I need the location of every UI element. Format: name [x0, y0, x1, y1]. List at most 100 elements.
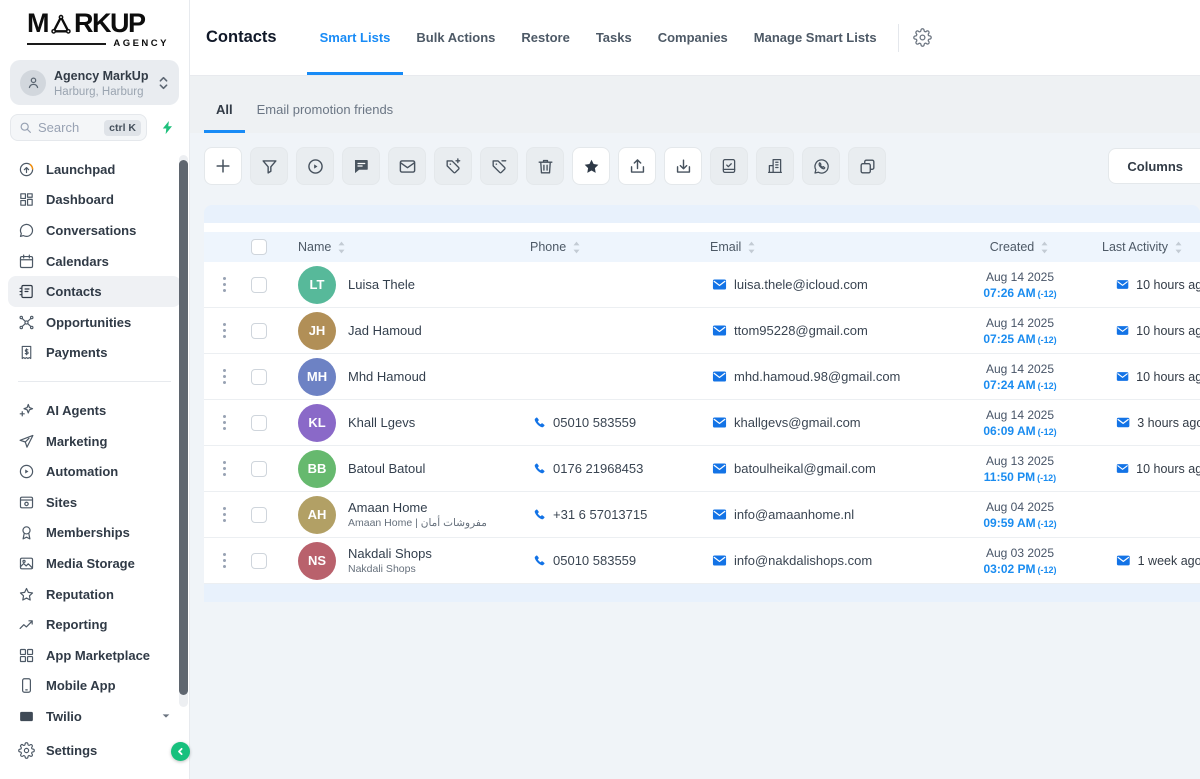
- tab-tasks[interactable]: Tasks: [583, 0, 645, 75]
- sms-icon: [352, 157, 370, 175]
- avatar[interactable]: LT: [298, 266, 336, 304]
- content-area: Columns Name Phone Email Created Last Ac…: [190, 133, 1200, 779]
- contact-name[interactable]: Luisa Thele: [348, 277, 415, 292]
- row-checkbox[interactable]: [251, 323, 267, 339]
- avatar[interactable]: KL: [298, 404, 336, 442]
- row-menu-button[interactable]: [204, 308, 244, 353]
- sidebar-item-dashboard[interactable]: Dashboard: [8, 185, 181, 216]
- sidebar-collapse-button[interactable]: [171, 742, 190, 761]
- agency-switcher[interactable]: Agency MarkUp Harburg, Harburg: [10, 60, 179, 105]
- row-checkbox[interactable]: [251, 461, 267, 477]
- table-header: Name Phone Email Created Last Activity: [204, 232, 1200, 262]
- tab-restore[interactable]: Restore: [508, 0, 582, 75]
- delete-button[interactable]: [526, 147, 564, 185]
- search-input[interactable]: Search ctrl K: [10, 114, 147, 141]
- contact-name[interactable]: Amaan Home: [348, 500, 487, 515]
- avatar[interactable]: AH: [298, 496, 336, 534]
- sidebar-item-launchpad[interactable]: Launchpad: [8, 154, 181, 185]
- sidebar-item-reputation[interactable]: Reputation: [8, 579, 181, 610]
- envelope-icon: [712, 369, 727, 384]
- gear-icon: [913, 28, 932, 47]
- sidebar-item-app-marketplace[interactable]: App Marketplace: [8, 640, 181, 671]
- sidebar-item-automation[interactable]: Automation: [8, 456, 181, 487]
- avatar[interactable]: NS: [298, 542, 336, 580]
- sidebar-item-label: Dashboard: [46, 192, 114, 207]
- remove-tag-button[interactable]: [480, 147, 518, 185]
- created-value: Aug 14 202507:26 AM(-12): [960, 262, 1080, 307]
- avatar[interactable]: BB: [298, 450, 336, 488]
- quick-actions-button[interactable]: [155, 116, 179, 140]
- add-tag-button[interactable]: [434, 147, 472, 185]
- avatar[interactable]: JH: [298, 312, 336, 350]
- send-email-button[interactable]: [388, 147, 426, 185]
- sidebar-item-mobile-app[interactable]: Mobile App: [8, 671, 181, 702]
- sidebar-item-contacts[interactable]: Contacts: [8, 276, 181, 307]
- filter-button[interactable]: [250, 147, 288, 185]
- sidebar-item-label: Media Storage: [46, 556, 135, 571]
- column-header-created[interactable]: Created: [960, 240, 1080, 255]
- sidebar-item-memberships[interactable]: Memberships: [8, 518, 181, 549]
- company-button[interactable]: [756, 147, 794, 185]
- import-button[interactable]: [664, 147, 702, 185]
- contact-name[interactable]: Jad Hamoud: [348, 323, 422, 338]
- sidebar-item-conversations[interactable]: Conversations: [8, 215, 181, 246]
- sidebar-item-payments[interactable]: Payments: [8, 338, 181, 369]
- column-header-last-activity[interactable]: Last Activity: [1080, 240, 1200, 255]
- sidebar-item-ai-agents[interactable]: AI Agents: [8, 395, 181, 426]
- select-all-checkbox[interactable]: [251, 239, 267, 255]
- sidebar-item-sites[interactable]: Sites: [8, 487, 181, 518]
- sidebar-item-settings[interactable]: Settings: [8, 735, 181, 766]
- sort-icon: [1173, 240, 1184, 255]
- whatsapp-button[interactable]: [802, 147, 840, 185]
- email-verify-button[interactable]: [710, 147, 748, 185]
- row-menu-button[interactable]: [204, 262, 244, 307]
- sidebar-item-marketing[interactable]: Marketing: [8, 426, 181, 457]
- email-value: ttom95228@gmail.com: [712, 323, 868, 338]
- avatar[interactable]: MH: [298, 358, 336, 396]
- contacts-settings-button[interactable]: [909, 24, 936, 51]
- row-checkbox[interactable]: [251, 507, 267, 523]
- sort-icon: [746, 240, 757, 255]
- sidebar-scrollbar-thumb[interactable]: [179, 160, 188, 695]
- column-header-phone[interactable]: Phone: [530, 240, 710, 255]
- row-menu-button[interactable]: [204, 538, 244, 583]
- row-checkbox[interactable]: [251, 553, 267, 569]
- sidebar-item-calendars[interactable]: Calendars: [8, 246, 181, 277]
- tab-companies[interactable]: Companies: [645, 0, 741, 75]
- tab-smart-lists[interactable]: Smart Lists: [307, 0, 404, 75]
- sidebar-item-reporting[interactable]: Reporting: [8, 609, 181, 640]
- sidebar-item-opportunities[interactable]: Opportunities: [8, 307, 181, 338]
- sidebar-item-media-storage[interactable]: Media Storage: [8, 548, 181, 579]
- contact-name[interactable]: Nakdali Shops: [348, 546, 432, 561]
- row-menu-button[interactable]: [204, 446, 244, 491]
- contact-name[interactable]: Batoul Batoul: [348, 461, 425, 476]
- smartlist-tab-email-promotion-friends[interactable]: Email promotion friends: [245, 89, 406, 133]
- column-header-email[interactable]: Email: [710, 240, 960, 255]
- tab-manage-smart-lists[interactable]: Manage Smart Lists: [741, 0, 890, 75]
- send-sms-button[interactable]: [342, 147, 380, 185]
- row-checkbox[interactable]: [251, 277, 267, 293]
- columns-button[interactable]: Columns: [1108, 148, 1200, 184]
- logo-triangle-icon: [49, 13, 73, 35]
- row-menu-button[interactable]: [204, 400, 244, 445]
- smartlist-tab-all[interactable]: All: [204, 89, 245, 133]
- star-button[interactable]: [572, 147, 610, 185]
- column-header-name[interactable]: Name: [274, 240, 530, 255]
- pipeline-change-button[interactable]: [296, 147, 334, 185]
- row-menu-button[interactable]: [204, 354, 244, 399]
- sidebar-item-twilio[interactable]: Twilio: [8, 701, 181, 732]
- contact-name[interactable]: Mhd Hamoud: [348, 369, 426, 384]
- filter-icon: [260, 157, 279, 176]
- table-row: JH Jad Hamoud ttom95228@gmail.com Aug 14…: [204, 308, 1200, 354]
- merge-button[interactable]: [848, 147, 886, 185]
- phone-value: 05010 583559: [532, 553, 636, 568]
- row-checkbox[interactable]: [251, 369, 267, 385]
- export-button[interactable]: [618, 147, 656, 185]
- tab-bulk-actions[interactable]: Bulk Actions: [403, 0, 508, 75]
- add-contact-button[interactable]: [204, 147, 242, 185]
- row-menu-button[interactable]: [204, 492, 244, 537]
- payments-icon: [18, 344, 35, 361]
- row-checkbox[interactable]: [251, 415, 267, 431]
- reporting-icon: [18, 616, 35, 633]
- contact-name[interactable]: Khall Lgevs: [348, 415, 415, 430]
